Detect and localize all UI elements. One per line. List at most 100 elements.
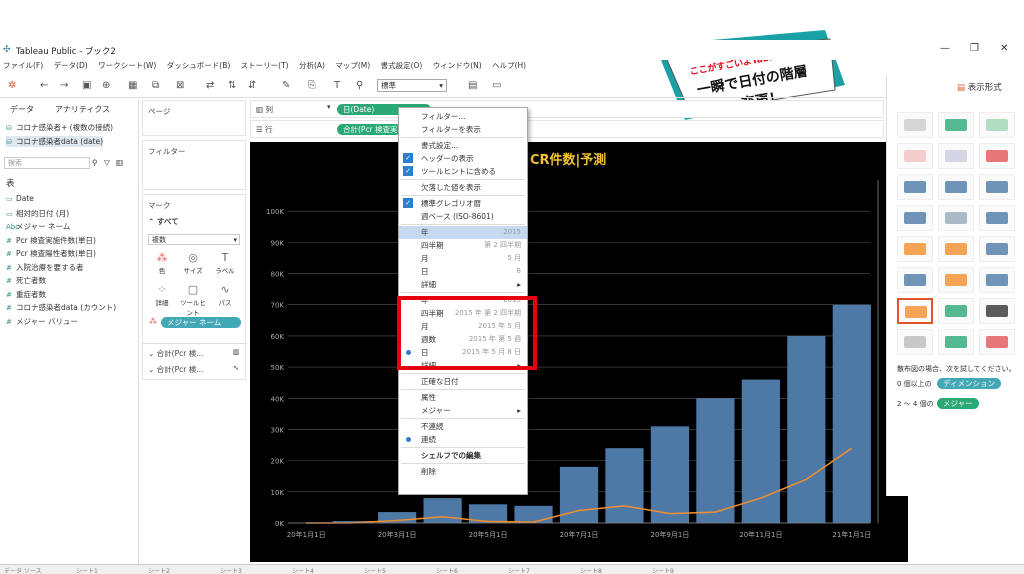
detail-button[interactable]: ⁘ 詳細 — [148, 283, 176, 311]
menu-analysis[interactable]: 分析(A) — [299, 60, 325, 71]
marks-all-label[interactable]: ⌃ すべて — [148, 216, 179, 227]
chart-icon[interactable]: ▤ — [468, 80, 477, 91]
search-input[interactable]: 検索 — [4, 157, 90, 169]
sheet-tab[interactable]: シート7 — [508, 566, 530, 574]
chart-type-dual-line-icon[interactable] — [938, 236, 974, 262]
menu-item[interactable]: 週ベース (ISO-8601) — [399, 210, 527, 223]
measure-names-pill[interactable]: メジャー ネーム — [161, 317, 241, 328]
menu-data[interactable]: データ(D) — [54, 60, 88, 71]
menu-file[interactable]: ファイル(F) — [3, 60, 43, 71]
chart-type-filled-map-icon[interactable] — [938, 143, 974, 169]
sheet-tab[interactable]: シート8 — [580, 566, 602, 574]
maximize-icon[interactable]: ❐ — [970, 43, 979, 54]
menu-item[interactable]: 日8 — [399, 265, 527, 278]
path-button[interactable]: ∿ パス — [211, 283, 239, 311]
menu-item[interactable]: メジャー ▸ — [399, 404, 527, 417]
chart-type-area2-icon[interactable] — [938, 267, 974, 293]
show-me-title[interactable]: ▤ 表示形式 — [957, 81, 1002, 93]
field-item[interactable]: ▭ 相対的日付 (月) — [6, 208, 69, 219]
menu-item[interactable]: 四半期 第 2 四半期 — [399, 239, 527, 252]
sheet-tab[interactable]: シート3 — [220, 566, 242, 574]
chart-type-highlight-table-icon[interactable] — [979, 112, 1015, 138]
new-datasource-icon[interactable]: ⊕ — [102, 80, 110, 91]
menu-worksheet[interactable]: ワークシート(W) — [98, 60, 156, 71]
chart-type-box-whisker-icon[interactable] — [979, 298, 1015, 324]
chart-type-side-bar-icon[interactable] — [979, 174, 1015, 200]
chart-type-symbol-map-icon[interactable] — [897, 143, 933, 169]
search-icon[interactable]: ⚲ — [92, 158, 98, 167]
datasource-item-selected[interactable]: ⛁ コロナ感染者data (date) — [6, 136, 104, 147]
menu-help[interactable]: ヘルプ(H) — [492, 60, 526, 71]
menu-item[interactable]: フィルターを表示 — [399, 123, 527, 136]
marks-sub1[interactable]: ⌄ 合計(Pcr 検... — [148, 348, 203, 359]
chart-type-heat-map-icon[interactable] — [938, 112, 974, 138]
menu-item[interactable]: 属性 — [399, 391, 527, 404]
menu-item[interactable]: 月 5 月 — [399, 252, 527, 265]
chart-type-treemap-icon[interactable] — [897, 205, 933, 231]
menu-item[interactable]: 削除 — [399, 465, 527, 478]
rows-measure-pill[interactable]: 合計(Pcr 検査実... — [337, 124, 401, 135]
field-item[interactable]: Abcメジャー ネーム — [6, 221, 70, 232]
redo-icon[interactable]: → — [60, 80, 68, 91]
undo-icon[interactable]: ← — [40, 80, 48, 91]
group-icon[interactable]: ⎘ — [308, 80, 316, 91]
field-item[interactable]: # メジャー バリュー — [6, 316, 78, 327]
size-button[interactable]: ◎ サイズ — [179, 251, 207, 279]
chart-type-dual-line2-icon[interactable] — [979, 236, 1015, 262]
field-item[interactable]: ▭ Date — [6, 194, 34, 203]
highlight-icon[interactable]: ✎ — [282, 80, 290, 91]
chart-type-area-icon[interactable] — [897, 267, 933, 293]
save-icon[interactable]: ▣ — [82, 80, 91, 91]
sort-desc-icon[interactable]: ⇵ — [248, 80, 256, 91]
label-button[interactable]: T ラベル — [211, 251, 239, 279]
tableau-home-icon[interactable]: ✲ — [8, 80, 16, 91]
menu-map[interactable]: マップ(M) — [335, 60, 370, 71]
menu-item[interactable]: 年 2015 — [399, 226, 527, 239]
chart-type-histogram-icon[interactable] — [938, 298, 974, 324]
chart-type-bullet-icon[interactable] — [938, 329, 974, 355]
menu-item[interactable]: 欠落した値を表示 — [399, 181, 527, 194]
field-item[interactable]: # 死亡者数 — [6, 275, 46, 286]
menu-format[interactable]: 書式設定(O) — [381, 60, 423, 71]
menu-item[interactable]: シェルフでの編集 — [399, 449, 527, 462]
chart-type-dual-combo-icon[interactable] — [979, 267, 1015, 293]
color-button[interactable]: ⁂ 色 — [148, 251, 176, 279]
close-icon[interactable]: ✕ — [1000, 43, 1008, 54]
sheet-tab[interactable]: シート4 — [292, 566, 314, 574]
menu-dashboard[interactable]: ダッシュボード(B) — [167, 60, 231, 71]
menu-item[interactable]: 書式設定... — [399, 139, 527, 152]
new-sheet-icon[interactable]: ▦ — [128, 80, 137, 91]
pin-icon[interactable]: ⚲ — [356, 80, 363, 91]
chart-type-pie-icon[interactable] — [979, 143, 1015, 169]
chart-type-text-table-icon[interactable] — [897, 112, 933, 138]
chart-type-side-circle-icon[interactable] — [979, 205, 1015, 231]
menu-item[interactable]: ✓ ツールヒントに含める — [399, 165, 527, 178]
chart-type-scatter-icon[interactable] — [897, 298, 933, 324]
field-item[interactable]: # 重症者数 — [6, 289, 46, 300]
sheet-tab[interactable]: シート6 — [436, 566, 458, 574]
marks-sub2[interactable]: ⌄ 合計(Pcr 検... — [148, 364, 203, 375]
menu-item[interactable]: 正確な日付 — [399, 375, 527, 388]
presentation-icon[interactable]: ▭ — [492, 80, 501, 91]
label-icon[interactable]: T — [334, 80, 340, 91]
chart-type-line-icon[interactable] — [897, 236, 933, 262]
sheet-tab[interactable]: シート9 — [652, 566, 674, 574]
chart-type-hbar-icon[interactable] — [897, 174, 933, 200]
sheet-tab[interactable]: シート5 — [364, 566, 386, 574]
minimize-icon[interactable]: — — [940, 43, 950, 54]
mark-type-select[interactable]: 複数 ▾ — [148, 234, 240, 245]
menu-item[interactable]: 不連続 — [399, 420, 527, 433]
tab-analytics[interactable]: アナリティクス — [55, 104, 110, 115]
chart-type-stacked-hbar-icon[interactable] — [938, 174, 974, 200]
field-item[interactable]: # 入院治療を要する者 — [6, 262, 84, 273]
field-item[interactable]: # コロナ感染者data (カウント) — [6, 302, 116, 313]
menu-item[interactable]: ✓ 標準グレゴリオ暦 — [399, 197, 527, 210]
chart-type-packed-bubble-icon[interactable] — [979, 329, 1015, 355]
sheet-tab[interactable]: シート1 — [76, 566, 98, 574]
datasource-item[interactable]: ⛁ コロナ感染者+ (複数の接続) — [6, 122, 113, 133]
menu-item[interactable]: 詳細 ▸ — [399, 278, 527, 291]
view-options-icon[interactable]: ▥ — [116, 158, 123, 167]
swap-icon[interactable]: ⇄ — [206, 80, 214, 91]
chart-type-gantt-icon[interactable] — [897, 329, 933, 355]
menu-item[interactable]: ✓ ヘッダーの表示 — [399, 152, 527, 165]
